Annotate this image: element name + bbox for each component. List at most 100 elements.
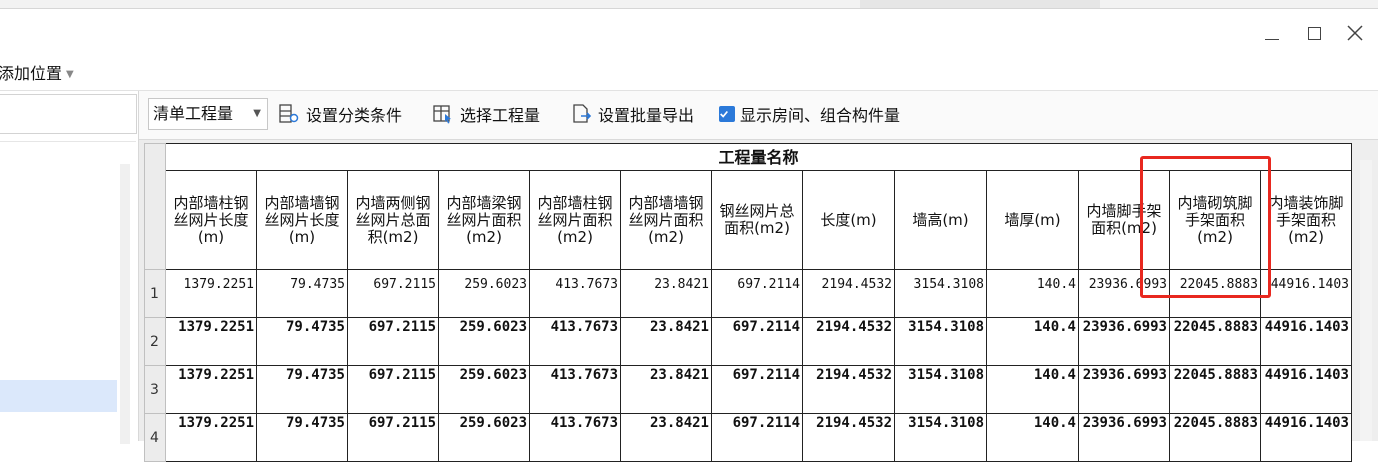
table-cell[interactable]: 413.7673 (529, 269, 621, 318)
table-row[interactable]: 1 1379.2251 79.4735 697.2115 259.6023 41… (144, 269, 1352, 318)
table-cell[interactable]: 44916.1403 (1260, 317, 1352, 366)
table-cell[interactable]: 1379.2251 (165, 365, 257, 414)
minimize-button[interactable] (1258, 19, 1286, 47)
table-cell[interactable]: 697.2114 (711, 317, 803, 366)
batch-export-button[interactable]: 设置批量导出 (570, 98, 694, 130)
table-cell[interactable]: 44916.1403 (1260, 413, 1352, 462)
quantity-table: 工程量名称 内部墙柱钢丝网片长度(m) 内部墙墙钢丝网片长度(m) 内墙两侧钢丝… (144, 143, 1352, 462)
table-cell[interactable]: 413.7673 (529, 365, 621, 414)
column-header[interactable]: 墙厚(m) (986, 170, 1079, 270)
close-button[interactable] (1341, 19, 1369, 47)
table-cell[interactable]: 2194.4532 (802, 365, 895, 414)
column-header[interactable]: 内墙装饰脚手架面积(m2) (1260, 170, 1352, 270)
table-cell[interactable]: 140.4 (986, 413, 1079, 462)
table-cell[interactable]: 259.6023 (438, 269, 530, 318)
quantity-type-value: 清单工程量 (153, 104, 234, 123)
column-header[interactable]: 长度(m) (802, 170, 895, 270)
column-header[interactable]: 内部墙柱钢丝网片长度(m) (165, 170, 257, 270)
column-header[interactable]: 内部墙梁钢丝网片面积(m2) (438, 170, 530, 270)
quantity-type-select[interactable]: 清单工程量 ▼ (148, 98, 268, 130)
column-header[interactable]: 墙高(m) (894, 170, 987, 270)
row-number: 4 (144, 413, 166, 462)
table-cell[interactable]: 79.4735 (256, 317, 348, 366)
table-cell[interactable]: 259.6023 (438, 413, 530, 462)
column-header[interactable]: 内部墙墙钢丝网片长度(m) (256, 170, 348, 270)
table-cell[interactable]: 3154.3108 (894, 365, 987, 414)
add-position-label: 添加位置 (0, 64, 63, 83)
selected-list-item[interactable] (0, 380, 117, 412)
table-cell[interactable]: 413.7673 (529, 317, 621, 366)
table-cell[interactable]: 1379.2251 (165, 317, 257, 366)
group-header: 工程量名称 (165, 143, 1352, 171)
export-icon (573, 104, 592, 123)
left-panel-filter[interactable] (0, 94, 137, 134)
table-cell[interactable]: 23936.6993 (1078, 413, 1170, 462)
table-cell[interactable]: 22045.8883 (1169, 269, 1261, 318)
table-cell[interactable]: 23.8421 (620, 365, 712, 414)
table-cell[interactable]: 140.4 (986, 269, 1079, 318)
table-cell[interactable]: 697.2114 (711, 365, 803, 414)
table-cell[interactable]: 3154.3108 (894, 317, 987, 366)
table-cell[interactable]: 22045.8883 (1169, 317, 1261, 366)
table-cell[interactable]: 697.2115 (347, 317, 439, 366)
table-cell[interactable]: 2194.4532 (802, 269, 895, 318)
table-cell[interactable]: 697.2115 (347, 413, 439, 462)
column-header[interactable]: 内墙脚手架面积(m2) (1078, 170, 1170, 270)
column-header[interactable]: 内墙砌筑脚手架面积(m2) (1169, 170, 1261, 270)
table-cell[interactable]: 23.8421 (620, 413, 712, 462)
table-cell[interactable]: 1379.2251 (165, 269, 257, 318)
left-panel (0, 91, 139, 444)
table-cell[interactable]: 22045.8883 (1169, 413, 1261, 462)
table-cell[interactable]: 44916.1403 (1260, 269, 1352, 318)
position-toolbar: 添加位置 ▼ (0, 53, 1378, 91)
select-quantity-button[interactable]: 选择工程量 (432, 98, 540, 130)
show-rooms-checkbox[interactable]: 显示房间、组合构件量 (719, 98, 900, 130)
table-cell[interactable]: 44916.1403 (1260, 365, 1352, 414)
table-cell[interactable]: 697.2114 (711, 269, 803, 318)
maximize-icon (1307, 26, 1321, 40)
column-header[interactable]: 内部墙柱钢丝网片面积(m2) (529, 170, 621, 270)
table-cell[interactable]: 1379.2251 (165, 413, 257, 462)
maximize-button[interactable] (1300, 19, 1328, 47)
table-row[interactable]: 3 1379.2251 79.4735 697.2115 259.6023 41… (144, 365, 1352, 414)
row-number: 1 (144, 269, 166, 318)
table-cell[interactable]: 3154.3108 (894, 413, 987, 462)
grid-vertical-scrollbar[interactable] (1360, 160, 1372, 441)
table-cell[interactable]: 79.4735 (256, 413, 348, 462)
table-cell[interactable]: 3154.3108 (894, 269, 987, 318)
chevron-down-icon: ▼ (253, 108, 261, 119)
left-scrollbar[interactable] (120, 164, 130, 444)
table-row[interactable]: 2 1379.2251 79.4735 697.2115 259.6023 41… (144, 317, 1352, 366)
table-cell[interactable]: 23936.6993 (1078, 365, 1170, 414)
table-cell[interactable]: 23.8421 (620, 269, 712, 318)
table-cell[interactable]: 259.6023 (438, 317, 530, 366)
table-cell[interactable]: 79.4735 (256, 269, 348, 318)
table-cell[interactable]: 79.4735 (256, 365, 348, 414)
table-cell[interactable]: 259.6023 (438, 365, 530, 414)
table-cell[interactable]: 2194.4532 (802, 413, 895, 462)
dialog-titlebar (0, 9, 1378, 53)
set-category-button[interactable]: 设置分类条件 (278, 98, 402, 130)
table-cell[interactable]: 140.4 (986, 365, 1079, 414)
column-header[interactable]: 钢丝网片总面积(m2) (711, 170, 803, 270)
table-cell[interactable]: 23936.6993 (1078, 317, 1170, 366)
table-cell[interactable]: 22045.8883 (1169, 365, 1261, 414)
select-quantity-label: 选择工程量 (460, 106, 541, 125)
table-cell[interactable]: 697.2115 (347, 365, 439, 414)
show-rooms-label: 显示房间、组合构件量 (740, 106, 901, 125)
table-cell[interactable]: 697.2115 (347, 269, 439, 318)
table-row[interactable]: 4 1379.2251 79.4735 697.2115 259.6023 41… (144, 413, 1352, 462)
column-header[interactable]: 内部墙墙钢丝网片面积(m2) (620, 170, 712, 270)
column-header[interactable]: 内墙两侧钢丝网片总面积(m2) (347, 170, 439, 270)
batch-export-label: 设置批量导出 (598, 106, 695, 125)
table-cell[interactable]: 413.7673 (529, 413, 621, 462)
table-cell[interactable]: 140.4 (986, 317, 1079, 366)
table-cell[interactable]: 697.2114 (711, 413, 803, 462)
table-cell[interactable]: 23.8421 (620, 317, 712, 366)
table-cell[interactable]: 23936.6993 (1078, 269, 1170, 318)
component-list (0, 141, 136, 444)
table-cell[interactable]: 2194.4532 (802, 317, 895, 366)
category-settings-icon (279, 104, 299, 123)
quantity-toolbar: 清单工程量 ▼ 设置分类条件 选择工程量 设置批量导出 显示房间、组合构件量 (139, 91, 1378, 140)
add-position-button[interactable]: 添加位置 ▼ (0, 60, 74, 84)
